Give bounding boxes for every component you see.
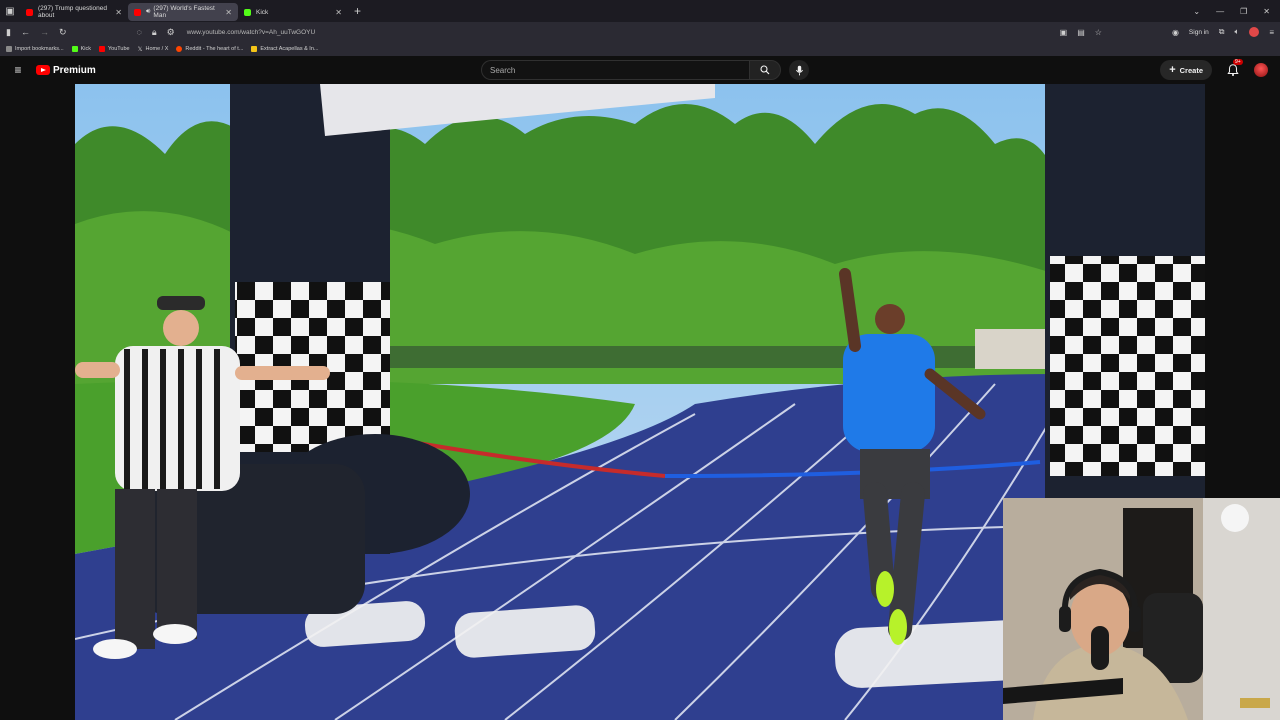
youtube-favicon-icon bbox=[134, 8, 141, 16]
folder-icon bbox=[251, 46, 258, 52]
logo-text: Premium bbox=[53, 64, 96, 76]
bookmark-import[interactable]: Import bookmarks... bbox=[6, 46, 64, 52]
reddit-icon bbox=[176, 46, 183, 52]
youtube-logo-icon bbox=[36, 65, 50, 75]
bookmark-star-icon[interactable]: ☆ bbox=[1095, 28, 1102, 37]
search-icon bbox=[760, 65, 770, 75]
screenshot-icon[interactable]: ▣ bbox=[1060, 28, 1068, 37]
close-tab-icon[interactable]: ✕ bbox=[111, 8, 122, 17]
close-window-icon[interactable]: ✕ bbox=[1263, 7, 1270, 16]
create-button[interactable]: + Create bbox=[1160, 60, 1212, 80]
tab-title: (297) Trump questioned about bbox=[38, 5, 108, 19]
chevron-down-icon[interactable]: ⌄ bbox=[1193, 7, 1200, 16]
back-icon[interactable]: ← bbox=[21, 27, 30, 37]
browser-nav-bar: ▮ ← → ↻ ◌ 🔒︎ ⚙ www.youtube.com/watch?v=A… bbox=[0, 22, 1280, 42]
sign-in-link[interactable]: Sign in bbox=[1189, 29, 1209, 36]
tab-overview-icon[interactable]: ▣ bbox=[0, 0, 20, 22]
kick-favicon-icon bbox=[244, 8, 251, 16]
x-icon: 𝕏 bbox=[137, 46, 143, 53]
youtube-header: ≡ Premium + Create 9+ bbox=[0, 56, 1280, 84]
youtube-icon bbox=[99, 46, 105, 52]
plus-icon: + bbox=[1169, 64, 1176, 76]
speaker-icon[interactable]: 🔊︎ bbox=[146, 8, 150, 16]
adblock-extension-icon[interactable] bbox=[1249, 27, 1260, 37]
notification-count-badge: 9+ bbox=[1233, 59, 1243, 65]
browser-tab-fastest-man[interactable]: 🔊︎ (297) World's Fastest Man ✕ bbox=[128, 3, 238, 21]
extensions-icon[interactable]: ⧉ bbox=[1219, 27, 1225, 37]
minimize-icon[interactable]: — bbox=[1216, 7, 1224, 16]
voice-search-button[interactable] bbox=[789, 60, 809, 80]
browser-tab-kick[interactable]: Kick ✕ bbox=[238, 3, 348, 21]
header-actions: + Create 9+ bbox=[1160, 59, 1268, 80]
bell-icon bbox=[1227, 64, 1239, 77]
notifications-button[interactable]: 9+ bbox=[1226, 59, 1243, 77]
shield-icon[interactable]: ◌ bbox=[137, 27, 142, 37]
bookmark-youtube[interactable]: YouTube bbox=[99, 46, 130, 52]
window-controls: ⌄ — ❐ ✕ bbox=[1193, 7, 1280, 16]
close-tab-icon[interactable]: ✕ bbox=[331, 8, 342, 17]
tab-title: (297) World's Fastest Man bbox=[153, 5, 215, 19]
restore-icon[interactable]: ❐ bbox=[1240, 7, 1247, 16]
account-icon[interactable]: ◉ bbox=[1172, 28, 1179, 37]
bookmark-reddit[interactable]: Reddit - The heart of t... bbox=[176, 46, 243, 52]
search-input[interactable] bbox=[481, 60, 749, 80]
microphone-icon bbox=[795, 65, 803, 75]
mute-icon[interactable]: 🔈︎ bbox=[1235, 27, 1240, 37]
kick-icon bbox=[71, 46, 78, 52]
browser-tab-trump[interactable]: (297) Trump questioned about ✕ bbox=[20, 3, 128, 21]
guide-menu-icon[interactable]: ≡ bbox=[0, 63, 36, 77]
forward-icon[interactable]: → bbox=[40, 27, 49, 37]
reload-icon[interactable]: ↻ bbox=[59, 27, 67, 38]
avatar[interactable] bbox=[1254, 63, 1268, 77]
youtube-premium-logo[interactable]: Premium bbox=[36, 65, 96, 76]
sidebar-toggle-icon[interactable]: ▮ bbox=[6, 27, 11, 38]
new-tab-icon[interactable]: + bbox=[354, 4, 361, 18]
search-box bbox=[481, 60, 781, 80]
address-bar[interactable]: www.youtube.com/watch?v=Ah_uuTwGOYU bbox=[187, 29, 315, 36]
reader-icon[interactable]: ▤ bbox=[1077, 28, 1085, 37]
tab-title: Kick bbox=[256, 8, 269, 16]
webcam-overlay bbox=[1003, 498, 1280, 720]
permissions-icon[interactable]: ⚙ bbox=[167, 27, 175, 38]
bookmark-kick[interactable]: Kick bbox=[71, 46, 91, 52]
import-icon bbox=[6, 46, 12, 52]
webcam-frame bbox=[1003, 498, 1280, 720]
bookmark-x[interactable]: 𝕏 Home / X bbox=[138, 46, 169, 53]
search-button[interactable] bbox=[749, 60, 781, 80]
menu-hamburger-icon[interactable]: ≡ bbox=[1269, 28, 1274, 37]
close-tab-icon[interactable]: ✕ bbox=[221, 8, 232, 17]
bookmarks-bar: Import bookmarks... Kick YouTube 𝕏 Home /… bbox=[0, 42, 1280, 56]
bookmark-extract[interactable]: Extract Acapellas & In... bbox=[251, 46, 318, 52]
browser-tab-strip: ▣ (297) Trump questioned about ✕ 🔊︎ (297… bbox=[0, 0, 1280, 22]
lock-icon[interactable]: 🔒︎ bbox=[152, 27, 157, 38]
youtube-favicon-icon bbox=[26, 8, 33, 16]
